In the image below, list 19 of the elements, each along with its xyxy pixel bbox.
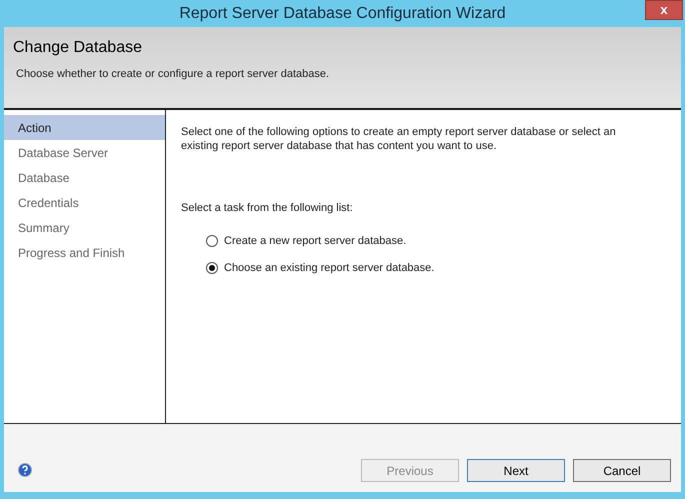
help-icon[interactable] bbox=[18, 463, 32, 477]
page-subtitle: Choose whether to create or configure a report server database. bbox=[16, 67, 330, 82]
intro-text: Select one of the following options to create an empty report server database or select an existing report server database that has content you want to use. bbox=[181, 125, 617, 153]
wizard-button[interactable]: Cancel bbox=[573, 459, 671, 482]
page-title: Change Database bbox=[13, 38, 143, 58]
wizard-button[interactable]: Next bbox=[467, 459, 565, 482]
sidebar-item[interactable]: Database Server bbox=[4, 140, 165, 165]
sidebar-item[interactable]: Database bbox=[4, 165, 165, 190]
sidebar-item[interactable]: Action bbox=[4, 115, 165, 140]
radio-button[interactable] bbox=[206, 262, 218, 274]
window-title: Report Server Database Configuration Wizard bbox=[179, 4, 506, 24]
radio-option[interactable]: Create a new report server database. bbox=[206, 232, 621, 249]
sidebar-item[interactable]: Credentials bbox=[4, 190, 165, 215]
task-prompt: Select a task from the following list: bbox=[181, 201, 354, 216]
sidebar-item[interactable]: Progress and Finish bbox=[4, 240, 165, 265]
radio-button[interactable] bbox=[206, 234, 218, 247]
radio-option[interactable]: Choose an existing report server database. bbox=[206, 260, 621, 276]
close-button[interactable]: x bbox=[645, 0, 683, 20]
sidebar-item[interactable]: Summary bbox=[4, 215, 165, 240]
